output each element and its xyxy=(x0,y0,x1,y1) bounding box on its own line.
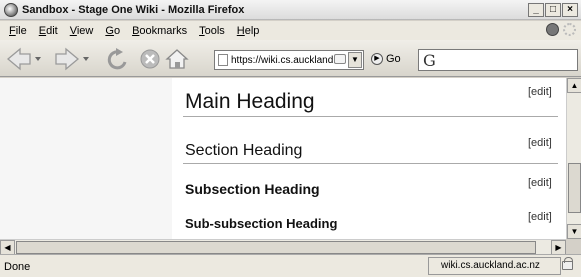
sidebar xyxy=(0,78,172,239)
back-arrow-icon[interactable] xyxy=(6,47,41,71)
lock-icon[interactable] xyxy=(334,54,346,64)
menu-go[interactable]: Go xyxy=(99,25,126,37)
go-icon: ▶ xyxy=(371,53,383,65)
activity-indicator-icon xyxy=(546,23,559,36)
page-content: Main Heading [edit] Section Heading [edi… xyxy=(0,78,566,239)
go-label: Go xyxy=(386,53,401,65)
vertical-scrollbar[interactable]: ▲ ▼ xyxy=(566,78,581,239)
security-lock-icon[interactable] xyxy=(562,257,573,270)
scroll-up-button[interactable]: ▲ xyxy=(567,78,581,93)
url-field[interactable]: https://wiki.cs.auckland.ac ▼ xyxy=(214,50,364,70)
menu-bookmarks[interactable]: Bookmarks xyxy=(126,25,193,37)
edit-link-subsection[interactable]: [edit] xyxy=(528,177,552,189)
scroll-right-button[interactable]: ▶ xyxy=(551,240,566,255)
close-button[interactable]: × xyxy=(562,3,578,17)
scrollbar-corner xyxy=(566,239,581,254)
subsection-heading: Subsection Heading xyxy=(185,181,320,197)
main-heading-divider xyxy=(183,116,558,117)
home-icon[interactable] xyxy=(165,49,189,69)
status-bar: Done wiki.cs.auckland.ac.nz xyxy=(0,254,581,277)
edit-link-section[interactable]: [edit] xyxy=(528,137,552,149)
menu-edit[interactable]: Edit xyxy=(33,25,64,37)
main-heading: Main Heading xyxy=(185,90,315,113)
reload-icon[interactable] xyxy=(107,48,127,70)
menu-help[interactable]: Help xyxy=(231,25,266,37)
scroll-left-button[interactable]: ◀ xyxy=(0,240,15,255)
firefox-logo-icon xyxy=(4,2,18,17)
title-bar[interactable]: Sandbox - Stage One Wiki - Mozilla Firef… xyxy=(0,0,581,20)
url-text: https://wiki.cs.auckland.ac xyxy=(231,54,343,66)
page-icon xyxy=(218,54,228,66)
loading-spinner-icon xyxy=(563,23,576,36)
navigation-toolbar: https://wiki.cs.auckland.ac ▼ ▶ Go G xyxy=(0,40,581,77)
window-controls: _ □ × xyxy=(528,3,578,17)
search-field[interactable]: G xyxy=(418,49,578,71)
vertical-scroll-thumb[interactable] xyxy=(568,163,581,213)
scroll-down-button[interactable]: ▼ xyxy=(567,224,581,239)
menu-view[interactable]: View xyxy=(64,25,100,37)
subsubsection-heading: Sub-subsection Heading xyxy=(185,216,338,231)
section-heading-divider xyxy=(183,163,558,164)
url-dropdown-button[interactable]: ▼ xyxy=(348,52,362,68)
nav-buttons-svg xyxy=(6,47,189,71)
minimize-button[interactable]: _ xyxy=(528,3,544,17)
status-host: wiki.cs.auckland.ac.nz xyxy=(428,257,561,275)
section-heading: Section Heading xyxy=(185,142,303,159)
menu-file[interactable]: File xyxy=(3,25,33,37)
google-search-icon[interactable]: G xyxy=(423,51,436,70)
status-text: Done xyxy=(4,261,31,273)
go-button[interactable]: ▶ Go xyxy=(371,53,401,65)
edit-link-subsubsection[interactable]: [edit] xyxy=(528,211,552,223)
window-title: Sandbox - Stage One Wiki - Mozilla Firef… xyxy=(22,3,245,16)
horizontal-scroll-thumb[interactable] xyxy=(16,241,536,254)
menu-tools[interactable]: Tools xyxy=(193,25,231,37)
forward-arrow-icon[interactable] xyxy=(55,47,89,71)
edit-link-main[interactable]: [edit] xyxy=(528,86,552,98)
maximize-button[interactable]: □ xyxy=(545,3,561,17)
throbber xyxy=(546,23,576,36)
horizontal-scrollbar[interactable]: ◀ ▶ xyxy=(0,239,566,255)
menu-bar: File Edit View Go Bookmarks Tools Help xyxy=(0,21,581,40)
stop-icon[interactable] xyxy=(140,49,160,69)
